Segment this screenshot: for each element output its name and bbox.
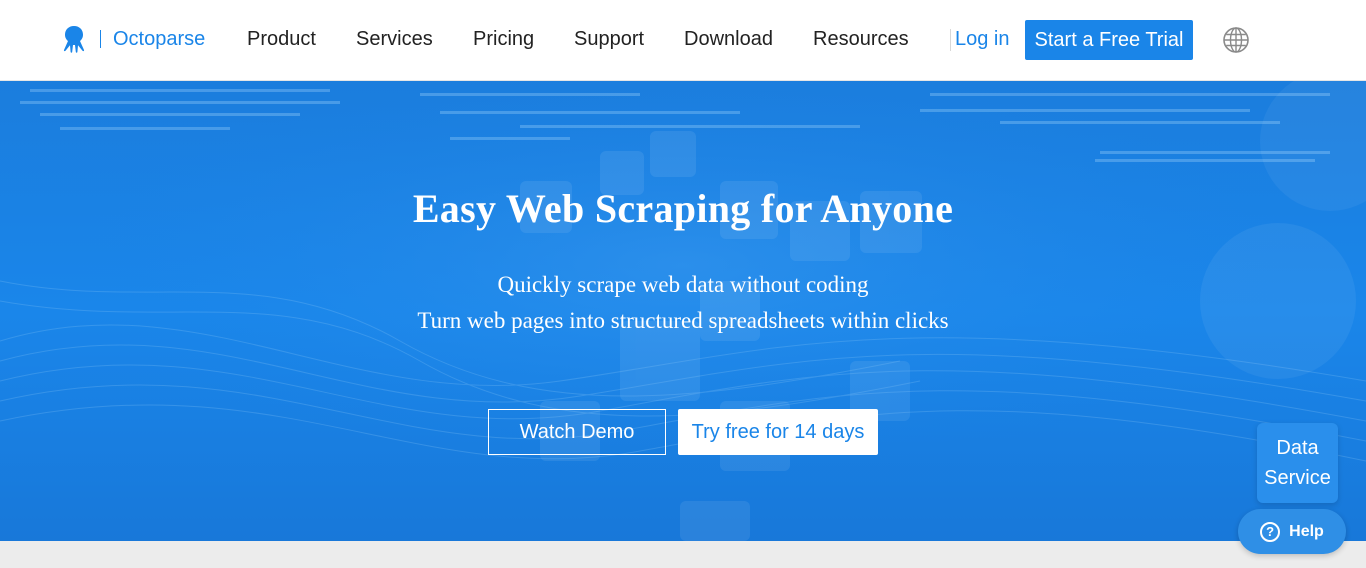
question-circle-icon: ? — [1260, 521, 1281, 542]
nav-support[interactable]: Support — [574, 28, 644, 51]
nav-services[interactable]: Services — [356, 28, 433, 51]
nav-divider — [950, 29, 951, 51]
hero-subtitle-line1: Quickly scrape web data without coding — [497, 272, 869, 297]
help-button[interactable]: ? Help — [1238, 509, 1346, 554]
octopus-logo-icon — [63, 26, 85, 53]
hero-section: Easy Web Scraping for Anyone Quickly scr… — [0, 81, 1366, 541]
watch-demo-button[interactable]: Watch Demo — [488, 409, 666, 455]
hero-title: Easy Web Scraping for Anyone — [412, 186, 954, 231]
brand-name: Octoparse — [113, 27, 206, 50]
globe-icon[interactable] — [1222, 26, 1250, 54]
login-link[interactable]: Log in — [955, 28, 1010, 51]
hero-subtitle-line2: Turn web pages into structured spreadshe… — [417, 308, 949, 333]
try-free-button[interactable]: Try free for 14 days — [678, 409, 878, 455]
help-label: Help — [1289, 522, 1324, 540]
below-hero-section — [0, 541, 1366, 568]
logo-divider — [100, 30, 101, 48]
brand-logo[interactable]: Octoparse — [58, 22, 205, 56]
data-service-widget[interactable]: Data Service — [1257, 423, 1338, 503]
site-header: Octoparse Product Services Pricing Suppo… — [0, 0, 1366, 81]
start-free-trial-button[interactable]: Start a Free Trial — [1025, 20, 1193, 60]
nav-resources[interactable]: Resources — [813, 28, 909, 51]
nav-product[interactable]: Product — [247, 28, 316, 51]
nav-pricing[interactable]: Pricing — [473, 28, 534, 51]
nav-download[interactable]: Download — [684, 28, 773, 51]
